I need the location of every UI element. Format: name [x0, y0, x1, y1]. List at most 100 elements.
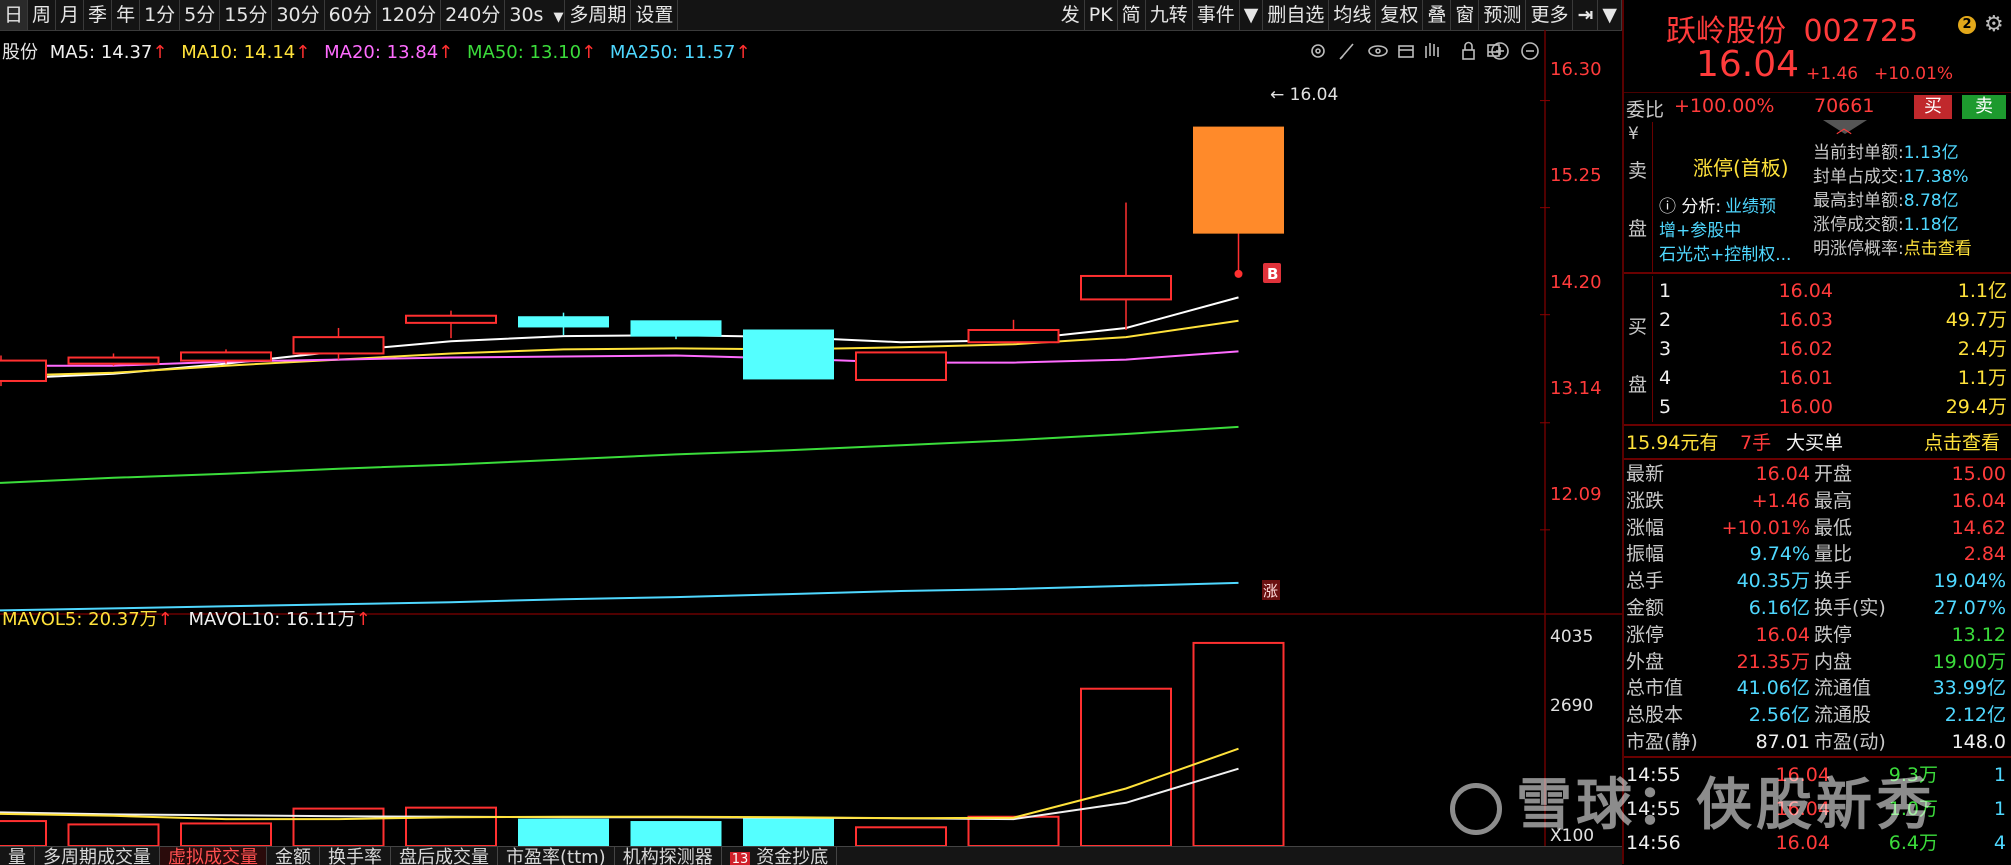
candles — [0, 126, 1284, 387]
volume-bar — [180, 822, 272, 848]
stat-label: 市盈(静) — [1626, 731, 1698, 753]
tray-icon[interactable] — [1398, 45, 1414, 58]
seal-row-label: 涨停成交额: — [1813, 215, 1904, 235]
quote-panel: 跃岭股份 002725 2 ⚙ 16.04 +1.46 +10.01% 委比 +… — [1622, 0, 2011, 864]
jiuzhuan-button[interactable]: 九转 — [1146, 0, 1193, 30]
stat-value: 40.35万 — [1736, 570, 1810, 593]
hand-icon[interactable] — [1425, 43, 1439, 58]
period-15min-tab[interactable]: 15分 — [220, 0, 273, 30]
pen-icon[interactable] — [1339, 43, 1354, 60]
period-240min-tab[interactable]: 240分 — [441, 0, 506, 30]
kline-chart[interactable]: 股份 MA5: 14.37↑ MA10: 14.14↑ MA20: 13.84↑… — [0, 30, 1622, 864]
sell-button[interactable]: 卖 — [1962, 95, 2006, 119]
stat-label: 换手(实) — [1814, 597, 1886, 619]
stat-value: 16.04 — [1951, 489, 2006, 512]
pk-button[interactable]: PK — [1085, 0, 1118, 30]
remove-watchlist-button[interactable]: 删自选 — [1263, 0, 1330, 30]
eye-icon[interactable] — [1368, 45, 1388, 57]
volume-bar — [67, 823, 160, 848]
candle-body — [180, 351, 272, 362]
tab-turnover[interactable]: 换手率 — [320, 847, 391, 865]
events-button[interactable]: 事件 — [1193, 0, 1240, 30]
period-30s-select[interactable]: 30s ▼ — [505, 0, 566, 30]
tab-volume[interactable]: 量 — [0, 847, 35, 865]
chevron-down-icon: ▼ — [553, 10, 564, 25]
ma50-arrow: ↑ — [581, 42, 596, 63]
stat-value: 2.12亿 — [1944, 704, 2006, 727]
period-5min-tab[interactable]: 5分 — [180, 0, 221, 30]
analysis-text-line1[interactable]: 业绩预 — [1725, 192, 1776, 217]
stat-label: 流通值 — [1814, 677, 1872, 700]
period-month-tab[interactable]: 月 — [56, 0, 85, 30]
ma50-legend: MA50: 13.10 — [467, 42, 581, 63]
gear-icon[interactable] — [1311, 44, 1325, 58]
stat-label: 最新 — [1626, 463, 1665, 485]
period-day-tab[interactable]: 日 — [0, 0, 29, 30]
ma-lines — [0, 296, 1239, 612]
analysis-text-line3[interactable]: 石光芯+控制权... — [1659, 240, 1791, 265]
chevron-up-icon[interactable]: ︿ — [1836, 114, 1852, 138]
buy-level-row[interactable]: 2 16.03 49.7万 — [1653, 307, 2011, 333]
period-60min-tab[interactable]: 60分 — [325, 0, 377, 30]
analysis-text-line2[interactable]: 增+参股中 — [1659, 216, 1741, 241]
more-button[interactable]: 更多 — [1526, 0, 1574, 30]
settings-button[interactable]: 设置 — [631, 0, 679, 30]
stat-label: 市盈(动) — [1814, 731, 1886, 753]
stat-label: 最高 — [1814, 489, 1853, 512]
fa-button[interactable]: 发 — [1057, 0, 1085, 30]
limit-up-marker[interactable]: 涨 — [1262, 580, 1280, 600]
notification-badge[interactable]: 2 — [1958, 16, 1976, 34]
period-year-tab[interactable]: 年 — [112, 0, 141, 30]
buy-level-row[interactable]: 1 16.04 1.1亿 — [1653, 278, 2011, 304]
tab-after-hours-volume[interactable]: 盘后成交量 — [391, 847, 498, 865]
buy-level-row[interactable]: 3 16.02 2.4万 — [1653, 336, 2011, 362]
limit-up-title: 涨停(首板) — [1693, 156, 1789, 180]
forecast-button[interactable]: 预测 — [1479, 0, 1527, 30]
price-axis: 16.30 15.25 14.20 13.14 12.09 — [1550, 59, 1602, 505]
big-buy-link[interactable]: 点击查看 — [1924, 430, 2000, 456]
ma-lines-button[interactable]: 均线 — [1329, 0, 1377, 30]
mavol-lines — [0, 747, 1239, 821]
adjust-button[interactable]: 复权 — [1376, 0, 1424, 30]
buy-signal-marker[interactable]: B — [1263, 263, 1281, 283]
window-button[interactable]: 窗 — [1451, 0, 1480, 30]
tab-pe-ttm[interactable]: 市盈率(ttm) — [498, 847, 615, 865]
buy-level-index: 2 — [1659, 309, 1672, 331]
stat-value: 2.84 — [1963, 543, 2006, 566]
tab-virtual-volume[interactable]: 虚拟成交量 — [160, 847, 267, 865]
simple-button[interactable]: 简 — [1118, 0, 1146, 30]
mavol5-arrow: ↑ — [158, 609, 173, 630]
toolbar-dropdown-icon[interactable]: ▼ — [1598, 0, 1622, 30]
settings-gear-icon[interactable]: ⚙ — [1984, 12, 2004, 37]
buy-level-row[interactable]: 4 16.01 1.1万 — [1653, 365, 2011, 391]
tab-multi-period-volume[interactable]: 多周期成交量 — [35, 847, 160, 865]
tab-institution-detector[interactable]: 机构探测器 — [615, 847, 722, 865]
overlay-button[interactable]: 叠 — [1423, 0, 1452, 30]
zoom-plus-circle-button[interactable] — [1491, 42, 1509, 60]
stat-row: 总手 40.35万 换手 19.04% — [1624, 568, 2011, 594]
period-120min-tab[interactable]: 120分 — [377, 0, 442, 30]
period-30min-tab[interactable]: 30分 — [272, 0, 325, 30]
stat-row: 涨停 16.04 跌停 13.12 — [1624, 622, 2011, 648]
period-toolbar: 日 周 月 季 年 1分 5分 15分 30分 60分 120分 240分 30… — [0, 0, 1622, 31]
tab-capital-bottom[interactable]: 13 资金抄底 — [722, 847, 838, 865]
lock-icon[interactable] — [1462, 41, 1475, 60]
zoom-out-icon[interactable] — [1521, 42, 1539, 60]
stat-value: 2.56亿 — [1748, 704, 1810, 727]
period-quarter-tab[interactable]: 季 — [84, 0, 113, 30]
big-buy-label: 大买单 — [1786, 432, 1844, 454]
stat-row: 总股本 2.56亿 流通股 2.12亿 — [1624, 702, 2011, 728]
period-1min-tab[interactable]: 1分 — [140, 0, 181, 30]
ma-legend: 股份 MA5: 14.37↑ MA10: 14.14↑ MA20: 13.84↑… — [2, 42, 751, 63]
events-dropdown-icon[interactable]: ▼ — [1240, 0, 1264, 30]
prob-link[interactable]: 点击查看 — [1904, 239, 1972, 259]
collapse-panel-icon[interactable]: ⇥ — [1573, 0, 1599, 30]
candle-body — [0, 359, 47, 382]
tab-amount[interactable]: 金额 — [267, 847, 320, 865]
buy-button[interactable]: 买 — [1914, 95, 1952, 119]
multi-period-tab[interactable]: 多周期 — [565, 0, 632, 30]
period-week-tab[interactable]: 周 — [28, 0, 57, 30]
candle-body — [630, 320, 722, 337]
buy-level-row[interactable]: 5 16.00 29.4万 — [1653, 394, 2011, 420]
seal-row: 封单占成交:17.38% — [1813, 162, 2011, 187]
